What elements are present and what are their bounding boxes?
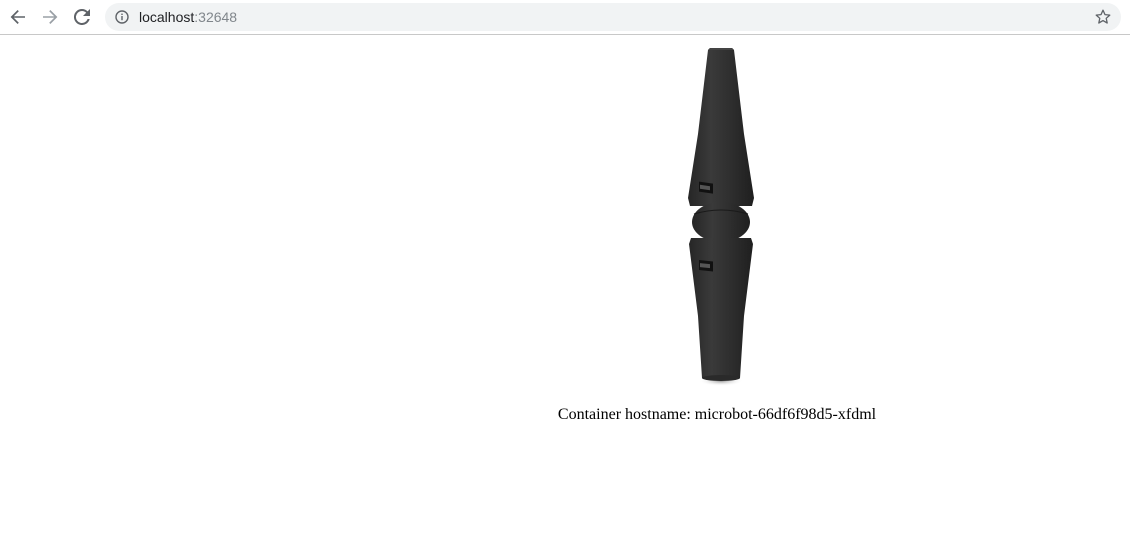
- url-host: localhost: [139, 9, 195, 25]
- reload-icon: [74, 9, 90, 25]
- url-text[interactable]: localhost:32648: [139, 9, 237, 25]
- info-icon[interactable]: [115, 10, 129, 24]
- browser-toolbar: localhost:32648: [0, 0, 1130, 35]
- address-bar[interactable]: localhost:32648: [105, 3, 1121, 31]
- microbot-image: [688, 48, 754, 386]
- arrow-right-icon: [43, 10, 58, 24]
- star-icon[interactable]: [1095, 9, 1111, 25]
- url-port: :32648: [194, 9, 238, 25]
- reload-button[interactable]: [69, 4, 95, 30]
- arrow-left-icon: [10, 10, 25, 24]
- page-content: Container hostname: microbot-66df6f98d5-…: [0, 36, 1130, 547]
- forward-button[interactable]: [37, 4, 63, 30]
- container-hostname: Container hostname: microbot-66df6f98d5-…: [557, 406, 877, 423]
- back-button[interactable]: [5, 4, 31, 30]
